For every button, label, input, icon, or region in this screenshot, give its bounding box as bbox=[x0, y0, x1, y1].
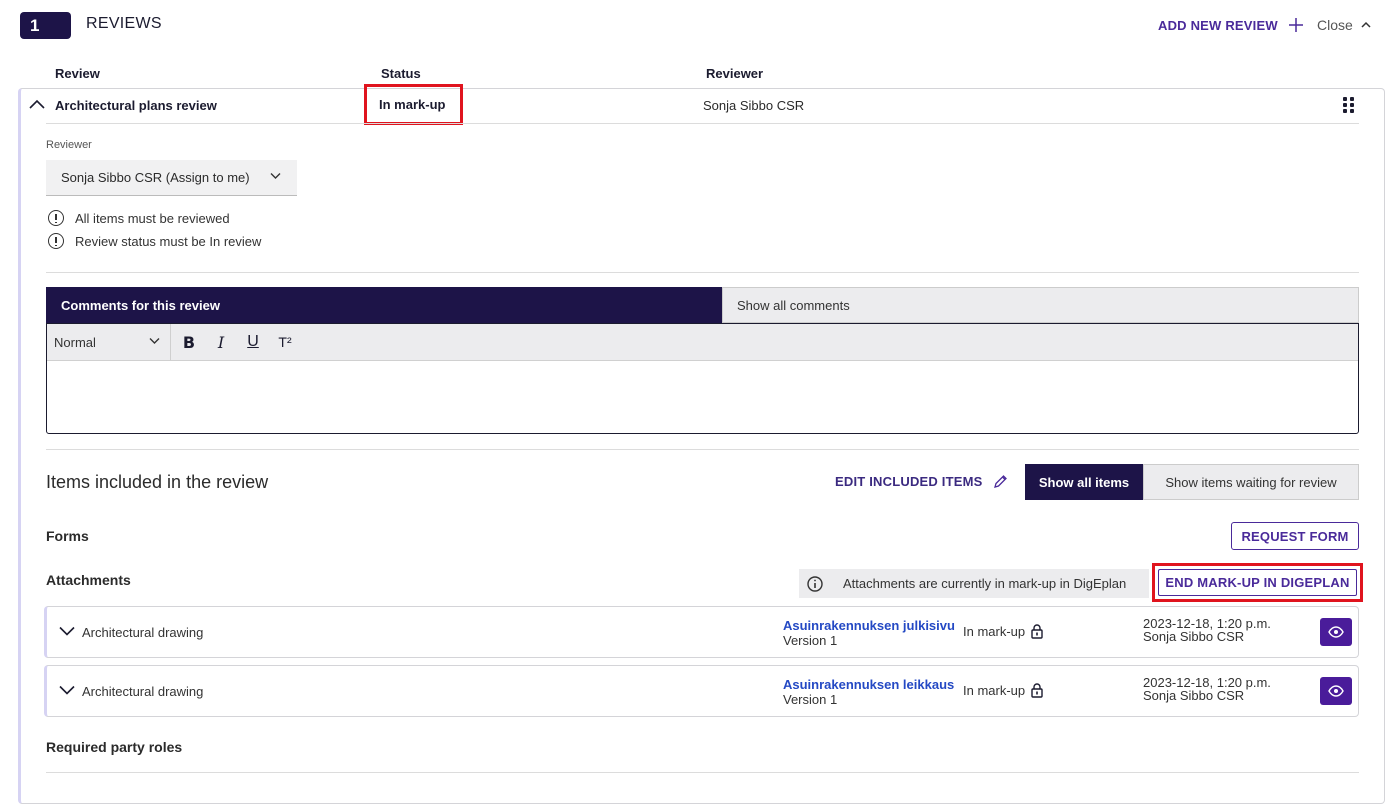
show-waiting-items-button[interactable]: Show items waiting for review bbox=[1143, 464, 1359, 500]
superscript-button[interactable]: T² bbox=[269, 334, 301, 350]
text-format-value: Normal bbox=[54, 334, 96, 350]
attachment-user: Sonja Sibbo CSR bbox=[1143, 629, 1245, 644]
comment-editor: Normal B I U T² bbox=[46, 323, 1359, 434]
required-party-roles-label: Required party roles bbox=[46, 739, 183, 755]
column-header-status: Status bbox=[381, 66, 421, 81]
attachment-row: Architectural drawing Asuinrakennuksen j… bbox=[44, 606, 1359, 658]
tab-show-all-comments[interactable]: Show all comments bbox=[722, 287, 1359, 323]
attachment-meta: 2023-12-18, 1:20 p.m. Sonja Sibbo CSR bbox=[1143, 617, 1271, 643]
attachment-name-link[interactable]: Asuinrakennuksen leikkaus bbox=[783, 677, 954, 692]
expand-chevron-icon[interactable] bbox=[59, 626, 75, 636]
column-header-reviewer: Reviewer bbox=[706, 66, 764, 81]
chevron-up-icon bbox=[29, 99, 45, 109]
review-status: In mark-up bbox=[379, 97, 446, 112]
comment-text-area[interactable] bbox=[47, 361, 1358, 433]
italic-button[interactable]: I bbox=[205, 333, 237, 352]
edit-included-items-button[interactable]: EDIT INCLUDED ITEMS bbox=[835, 474, 1008, 489]
chevron-down-icon bbox=[270, 173, 281, 179]
comments-tabs: Comments for this review Show all commen… bbox=[46, 287, 1359, 323]
attachment-user: Sonja Sibbo CSR bbox=[1143, 688, 1245, 703]
forms-label: Forms bbox=[46, 528, 89, 544]
attachment-status-text: In mark-up bbox=[963, 683, 1026, 698]
alert-circle-icon bbox=[48, 210, 64, 226]
reviews-count-badge: 1 bbox=[20, 12, 71, 39]
reviewer-field-label: Reviewer bbox=[46, 139, 92, 151]
pencil-icon bbox=[993, 475, 1007, 488]
review-reviewer: Sonja Sibbo CSR bbox=[703, 98, 805, 113]
info-icon bbox=[807, 575, 823, 592]
editor-toolbar: Normal B I U T² bbox=[47, 323, 1358, 361]
attachment-type: Architectural drawing bbox=[82, 625, 204, 640]
review-status-highlight: In mark-up bbox=[364, 84, 463, 125]
alert-circle-icon bbox=[48, 233, 64, 249]
review-name: Architectural plans review bbox=[55, 98, 217, 113]
view-attachment-button[interactable] bbox=[1320, 618, 1352, 646]
divider bbox=[46, 123, 1359, 124]
request-form-button[interactable]: REQUEST FORM bbox=[1231, 522, 1359, 550]
divider bbox=[46, 272, 1359, 273]
requirement-note-text: All items must be reviewed bbox=[75, 210, 230, 226]
attachment-version: Version 1 bbox=[783, 692, 838, 707]
requirement-note: All items must be reviewed bbox=[48, 210, 230, 226]
items-section-title: Items included in the review bbox=[46, 472, 269, 492]
reviewer-select[interactable]: Sonja Sibbo CSR (Assign to me) bbox=[46, 160, 297, 196]
more-options-icon[interactable] bbox=[1343, 97, 1355, 113]
bold-button[interactable]: B bbox=[173, 333, 205, 352]
attachment-type: Architectural drawing bbox=[82, 684, 204, 699]
requirement-note: Review status must be In review bbox=[48, 233, 261, 249]
attachment-status: In mark-up bbox=[963, 683, 1043, 698]
column-header-review: Review bbox=[55, 66, 100, 81]
chevron-up-icon bbox=[1361, 21, 1371, 28]
end-markup-button[interactable]: END MARK-UP IN DIGEPLAN bbox=[1158, 569, 1357, 596]
requirement-note-text: Review status must be In review bbox=[75, 233, 262, 249]
attachment-meta: 2023-12-18, 1:20 p.m. Sonja Sibbo CSR bbox=[1143, 676, 1271, 702]
close-label: Close bbox=[1317, 17, 1353, 33]
reviewer-select-value: Sonja Sibbo CSR (Assign to me) bbox=[61, 170, 250, 185]
show-all-items-button[interactable]: Show all items bbox=[1025, 464, 1143, 500]
underline-button[interactable]: U bbox=[237, 333, 269, 351]
add-new-review-button[interactable]: ADD NEW REVIEW bbox=[1158, 17, 1304, 33]
expand-chevron-icon[interactable] bbox=[59, 685, 75, 695]
tab-comments-for-review[interactable]: Comments for this review bbox=[46, 287, 722, 323]
view-attachment-button[interactable] bbox=[1320, 677, 1352, 705]
add-new-review-label: ADD NEW REVIEW bbox=[1158, 17, 1278, 33]
chevron-down-icon bbox=[149, 337, 160, 344]
attachment-status: In mark-up bbox=[963, 624, 1043, 639]
eye-icon bbox=[1328, 685, 1344, 697]
items-filter-toggle: Show all items Show items waiting for re… bbox=[1025, 464, 1359, 500]
attachment-row: Architectural drawing Asuinrakennuksen l… bbox=[44, 665, 1359, 717]
lock-icon bbox=[1031, 624, 1043, 639]
eye-icon bbox=[1328, 626, 1344, 638]
divider bbox=[46, 449, 1359, 450]
end-markup-highlight: END MARK-UP IN DIGEPLAN bbox=[1152, 563, 1363, 602]
close-button[interactable]: Close bbox=[1317, 17, 1371, 33]
attachment-status-text: In mark-up bbox=[963, 624, 1026, 639]
divider bbox=[46, 772, 1359, 773]
reviews-title: REVIEWS bbox=[86, 15, 162, 32]
text-format-select[interactable]: Normal bbox=[47, 323, 171, 361]
lock-icon bbox=[1031, 683, 1043, 698]
edit-included-items-label: EDIT INCLUDED ITEMS bbox=[835, 474, 983, 489]
collapse-review-button[interactable] bbox=[29, 98, 45, 113]
attachment-name-link[interactable]: Asuinrakennuksen julkisivu bbox=[783, 618, 955, 633]
attachments-label: Attachments bbox=[46, 572, 131, 588]
attachment-version: Version 1 bbox=[783, 633, 838, 648]
plus-icon bbox=[1288, 18, 1303, 32]
markup-info-banner: Attachments are currently in mark-up in … bbox=[799, 569, 1149, 598]
markup-info-text: Attachments are currently in mark-up in … bbox=[843, 576, 1127, 591]
